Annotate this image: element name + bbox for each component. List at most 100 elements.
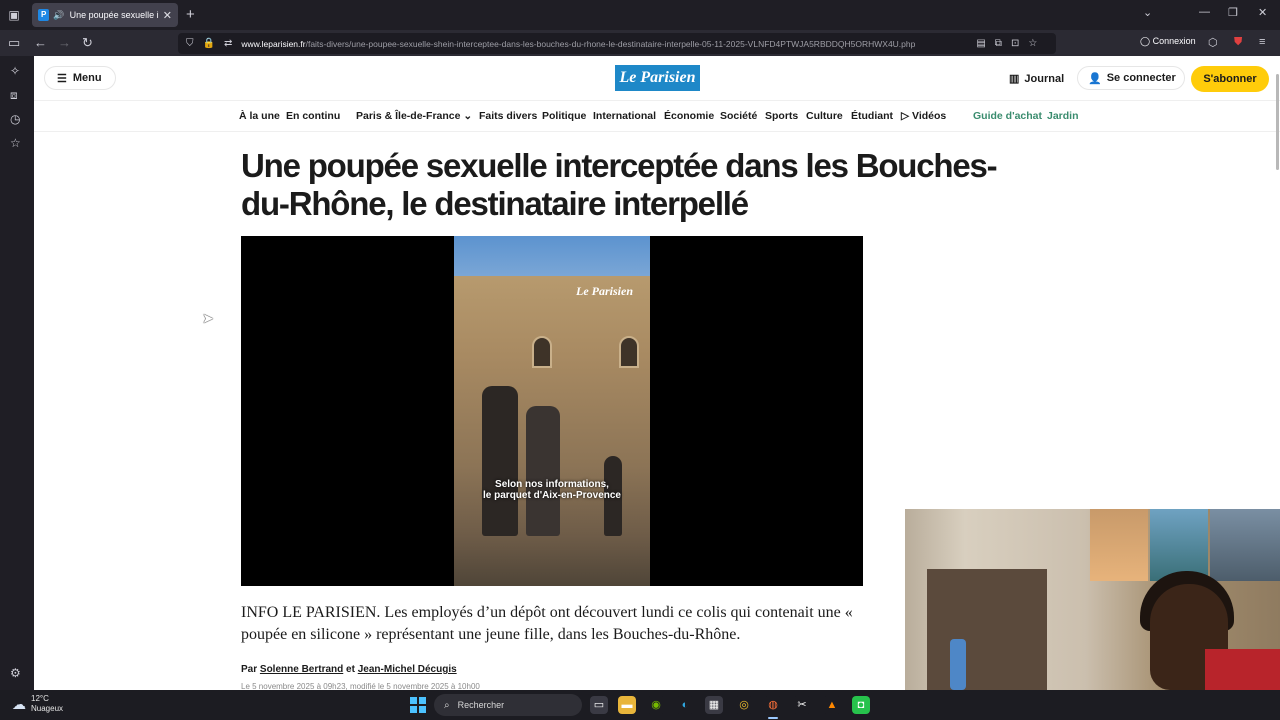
webcam-shelf (927, 569, 1047, 690)
bookmark-star-icon[interactable]: ☆ (1028, 38, 1037, 49)
journal-link[interactable]: ▥ Journal (1009, 72, 1064, 85)
forward-icon[interactable]: → (58, 35, 71, 51)
byline-prefix: Par (241, 664, 258, 675)
ai-chat-icon[interactable]: ✧ (10, 64, 20, 78)
reload-icon[interactable]: ↻ (82, 35, 93, 51)
cloud-icon: ☁ (12, 696, 26, 712)
section-nav: À la une En continu Paris & Île-de-Franc… (34, 100, 1280, 132)
nav-culture[interactable]: Culture (806, 110, 843, 122)
windows-start-icon[interactable] (410, 697, 426, 713)
author-link-1[interactable]: Solenne Bertrand (260, 664, 343, 675)
minimize-icon[interactable]: — (1199, 6, 1210, 18)
firefox-icon[interactable]: ◍ (764, 696, 782, 714)
account-button[interactable]: ◯ Connexion (1140, 36, 1196, 47)
lock-icon[interactable]: 🔒 (203, 38, 215, 49)
ublock-icon[interactable]: ⛊ (1234, 36, 1242, 49)
le-parisien-logo[interactable]: Le Parisien (615, 65, 700, 91)
browser-sidebar: ✧ ⧈ ◷ ☆ ⚙ (0, 56, 34, 690)
video-player[interactable]: Le Parisien Selon nos informations, le p… (241, 236, 863, 586)
video-frame: Le Parisien Selon nos informations, le p… (454, 236, 650, 586)
active-app-indicator (768, 717, 778, 719)
close-tab-icon[interactable]: ✕ (163, 9, 172, 22)
history-icon[interactable]: ◷ (10, 112, 20, 126)
person-figure (526, 406, 560, 536)
video-watermark: Le Parisien (576, 284, 633, 298)
store-icon[interactable]: ▦ (705, 696, 723, 714)
synced-tabs-icon[interactable]: ⧈ (10, 88, 18, 103)
url-host: www.leparisien.fr (241, 38, 306, 49)
temperature: 12°C (31, 694, 49, 703)
webcam-bottle (950, 639, 966, 690)
nav-international[interactable]: International (593, 110, 656, 122)
account-icon: ◯ (1140, 36, 1153, 46)
nav-en-continu[interactable]: En continu (286, 110, 340, 122)
tab-title: Une poupée sexuelle intercep (69, 10, 159, 20)
edge-icon[interactable]: ◐ (676, 696, 694, 714)
nav-faits-divers[interactable]: Faits divers (479, 110, 537, 122)
nav-videos[interactable]: ▷ Vidéos (901, 110, 946, 122)
nav-economie[interactable]: Économie (664, 110, 714, 122)
menu-button[interactable]: ☰ Menu (44, 66, 116, 90)
webcam-poster (1090, 509, 1148, 581)
vlc-icon[interactable]: ▲ (823, 696, 841, 714)
nav-guide-achat[interactable]: Guide d'achat (973, 110, 1042, 122)
byline: Par Solenne Bertrand et Jean-Michel Décu… (241, 664, 457, 675)
active-tab[interactable]: P 🔊 Une poupée sexuelle intercep ✕ (32, 3, 178, 27)
task-view-icon[interactable]: ▭ (590, 696, 608, 714)
url-path: /faits-divers/une-poupee-sexuelle-shein-… (305, 38, 916, 49)
article-lede: INFO LE PARISIEN. Les employés d’un dépô… (241, 604, 853, 643)
speaker-icon[interactable]: 🔊 (53, 10, 64, 21)
tab-list-icon[interactable]: ▣ (6, 7, 22, 23)
screenshot-icon[interactable]: ⊡ (1011, 38, 1019, 49)
url-text[interactable]: www.leparisien.fr/faits-divers/une-poupe… (241, 39, 967, 49)
taskbar-search[interactable]: ⌕ Rechercher (434, 694, 582, 716)
restore-icon[interactable]: ❐ (1228, 6, 1238, 19)
settings-gear-icon[interactable]: ⚙ (10, 666, 21, 680)
building-window (619, 336, 639, 368)
dateline: Le 5 novembre 2025 à 09h23, modifié le 5… (241, 682, 480, 690)
app-menu-icon[interactable]: ≡ (1259, 36, 1265, 48)
chevron-down-icon: ⌄ (463, 110, 473, 122)
close-window-icon[interactable]: ✕ (1258, 6, 1267, 19)
capcut-icon[interactable]: ✂ (793, 696, 811, 714)
browser-tab-bar: ▣ P 🔊 Une poupée sexuelle intercep ✕ + ⌄… (0, 0, 1280, 30)
nav-jardin[interactable]: Jardin (1047, 110, 1079, 122)
file-explorer-icon[interactable]: ▬ (618, 696, 636, 714)
bookmarks-icon[interactable]: ☆ (10, 136, 21, 150)
article-headline: Une poupée sexuelle interceptée dans les… (241, 147, 998, 222)
weather-widget[interactable]: ☁ 12°C Nuageux (12, 694, 63, 714)
picture-in-picture-icon[interactable]: ⧉ (995, 38, 1002, 49)
whatsapp-icon[interactable]: ◘ (852, 696, 870, 714)
search-placeholder: Rechercher (457, 700, 505, 710)
nav-a-la-une[interactable]: À la une (239, 110, 280, 122)
reader-view-icon[interactable]: ▤ (976, 38, 985, 49)
page-scrollbar[interactable] (1276, 74, 1279, 170)
nav-politique[interactable]: Politique (542, 110, 586, 122)
nvidia-icon[interactable]: ◉ (647, 696, 665, 714)
weather-condition: Nuageux (31, 704, 64, 713)
new-tab-icon[interactable]: + (186, 7, 195, 23)
address-bar[interactable]: ⛉ 🔒 ⇄ www.leparisien.fr/faits-divers/une… (178, 33, 1056, 54)
chrome-icon[interactable]: ◎ (735, 696, 753, 714)
subscribe-button[interactable]: S'abonner (1191, 66, 1269, 92)
login-button[interactable]: 👤 Se connecter (1077, 66, 1185, 90)
sidebar-toggle-icon[interactable]: ▭ (8, 35, 20, 51)
nav-paris-idf[interactable]: Paris & Île-de-France ⌄ (356, 110, 472, 122)
author-link-2[interactable]: Jean-Michel Décugis (358, 664, 457, 675)
webcam-person-shirt (1205, 649, 1280, 690)
nav-etudiant[interactable]: Étudiant (851, 110, 893, 122)
caption-line-2: le parquet d'Aix-en-Provence (483, 490, 621, 501)
shield-icon[interactable]: ⛉ (186, 38, 194, 49)
nav-sports[interactable]: Sports (765, 110, 798, 122)
person-figure (482, 386, 518, 536)
account-label: Connexion (1152, 36, 1196, 46)
nav-societe[interactable]: Société (720, 110, 757, 122)
tab-overflow-chevron-icon[interactable]: ⌄ (1143, 6, 1152, 19)
building-window (532, 336, 552, 368)
journal-label: Journal (1024, 73, 1065, 85)
back-icon[interactable]: ← (34, 35, 47, 51)
search-icon: ⌕ (444, 699, 450, 711)
extensions-icon[interactable]: ⬡ (1208, 36, 1218, 49)
permissions-icon[interactable]: ⇄ (224, 38, 232, 49)
webcam-poster (1210, 509, 1280, 581)
